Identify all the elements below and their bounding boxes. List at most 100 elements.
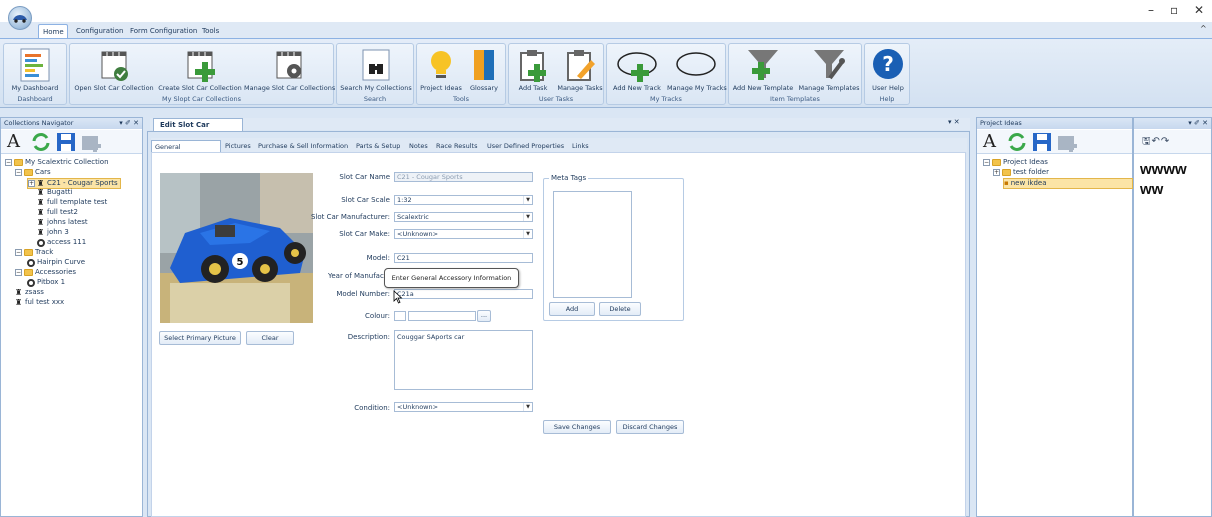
track-icon bbox=[27, 278, 35, 287]
manage-tracks-button[interactable]: Manage My Tracks bbox=[667, 48, 727, 92]
tree-node[interactable]: ♜ full test2 bbox=[37, 208, 78, 217]
add-task-button[interactable]: Add Task bbox=[511, 48, 555, 92]
chevron-down-icon[interactable]: ▼ bbox=[523, 230, 532, 238]
create-collection-button[interactable]: Create Slot Car Collection bbox=[158, 48, 242, 92]
project-ideas-toolbar: A bbox=[977, 130, 1132, 154]
condition-select[interactable]: <Unknown> ▼ bbox=[394, 402, 533, 412]
tab-form-configuration[interactable]: Form Configuration bbox=[126, 24, 201, 38]
slot-car-make-select[interactable]: <Unknown> ▼ bbox=[394, 229, 533, 239]
group-caption: Search bbox=[363, 95, 387, 103]
slot-car-scale-select[interactable]: 1:32 ▼ bbox=[394, 195, 533, 205]
add-new-template-button[interactable]: Add New Template bbox=[731, 48, 795, 92]
expand-icon[interactable]: + bbox=[993, 169, 1000, 176]
my-dashboard-button[interactable]: My Dashboard bbox=[4, 48, 66, 92]
tree-node[interactable]: ♜ Bugatti bbox=[37, 188, 72, 197]
project-ideas-button[interactable]: Project Ideas bbox=[419, 48, 463, 92]
tree-node[interactable]: access 111 bbox=[37, 238, 86, 247]
help-icon: ? bbox=[871, 48, 905, 82]
subtab-pictures[interactable]: Pictures bbox=[225, 140, 251, 152]
ribbon-group-templates: Add New Template Manage Templates Item T… bbox=[728, 43, 862, 105]
refresh-icon[interactable] bbox=[1007, 132, 1027, 152]
tree-node[interactable]: + test folder bbox=[993, 168, 1049, 177]
note-content[interactable]: wwww ww bbox=[1140, 160, 1187, 200]
document-controls[interactable]: ▾ ✕ bbox=[948, 118, 960, 126]
add-new-track-button[interactable]: Add New Track bbox=[609, 48, 665, 92]
slot-car-manufacturer-select[interactable]: Scalextric ▼ bbox=[394, 212, 533, 222]
tree-node[interactable]: − Project Ideas bbox=[983, 158, 1048, 167]
collapse-icon[interactable]: − bbox=[5, 159, 12, 166]
subtab-purchase-sell[interactable]: Purchase & Sell Information bbox=[258, 140, 348, 152]
panel-controls[interactable]: ▾ ✐ ✕ bbox=[119, 118, 139, 129]
tree-node[interactable]: − Track bbox=[15, 248, 53, 257]
svg-text:5: 5 bbox=[237, 257, 244, 268]
font-icon[interactable]: A bbox=[983, 131, 996, 152]
chevron-down-icon[interactable]: ▼ bbox=[523, 403, 532, 411]
manage-collections-button[interactable]: Manage Slot Car Collections bbox=[244, 48, 335, 92]
add-item-icon[interactable] bbox=[81, 132, 103, 152]
tab-edit-slot-car[interactable]: Edit Slot Car Properties bbox=[153, 118, 243, 141]
subtab-parts-setup[interactable]: Parts & Setup bbox=[356, 140, 400, 152]
glossary-button[interactable]: Glossary bbox=[463, 48, 505, 92]
tree-node[interactable]: − Accessories bbox=[15, 268, 76, 277]
collapse-ribbon-icon[interactable]: ^ bbox=[1200, 24, 1207, 33]
app-menu-button[interactable] bbox=[8, 6, 32, 30]
manage-templates-button[interactable]: Manage Templates bbox=[797, 48, 861, 92]
tree-node[interactable]: ♜ ful test xxx bbox=[15, 298, 64, 307]
expand-icon[interactable]: + bbox=[28, 180, 35, 187]
colour-swatch[interactable] bbox=[394, 311, 406, 321]
collapse-icon[interactable]: − bbox=[15, 249, 22, 256]
select-primary-picture-button[interactable]: Select Primary Picture bbox=[159, 331, 241, 345]
book-icon bbox=[467, 48, 501, 82]
group-caption: My Tracks bbox=[650, 95, 682, 103]
tab-tools[interactable]: Tools bbox=[198, 24, 223, 38]
save-changes-button[interactable]: Save Changes bbox=[543, 420, 611, 434]
tree-node[interactable]: Hairpin Curve bbox=[27, 258, 85, 267]
delete-tag-button[interactable]: Delete bbox=[599, 302, 641, 316]
save-icon[interactable] bbox=[56, 132, 76, 152]
font-icon[interactable]: A bbox=[7, 131, 20, 152]
colour-picker-button[interactable]: ... bbox=[477, 310, 491, 322]
description-textarea[interactable]: Couggar SAports car bbox=[394, 330, 533, 390]
minimize-button[interactable]: – bbox=[1148, 3, 1154, 17]
tree-node[interactable]: − My Scalextric Collection bbox=[5, 158, 109, 167]
svg-text:?: ? bbox=[882, 52, 894, 76]
manage-tasks-button[interactable]: Manage Tasks bbox=[557, 48, 603, 92]
tab-configuration[interactable]: Configuration bbox=[72, 24, 127, 38]
tree-node[interactable]: ♜ zsass bbox=[15, 288, 44, 297]
model-number-field[interactable]: C21a bbox=[394, 289, 533, 299]
chevron-down-icon[interactable]: ▼ bbox=[523, 213, 532, 221]
close-button[interactable]: ✕ bbox=[1194, 3, 1204, 17]
clear-picture-button[interactable]: Clear bbox=[246, 331, 294, 345]
user-help-button[interactable]: ? User Help bbox=[867, 48, 909, 92]
panel-controls[interactable]: ▾ ✐ ✕ bbox=[1188, 118, 1208, 129]
subtab-race-results[interactable]: Race Results bbox=[436, 140, 477, 152]
discard-changes-button[interactable]: Discard Changes bbox=[616, 420, 684, 434]
tree-node[interactable]: ♜ johns latest bbox=[37, 218, 88, 227]
model-field[interactable]: C21 bbox=[394, 253, 533, 263]
meta-tags-list[interactable] bbox=[553, 191, 632, 298]
refresh-icon[interactable] bbox=[31, 132, 51, 152]
chevron-down-icon[interactable]: ▼ bbox=[523, 196, 532, 204]
subtab-user-defined-properties[interactable]: User Defined Properties bbox=[487, 140, 564, 152]
slot-car-name-field[interactable]: C21 - Cougar Sports bbox=[394, 172, 533, 182]
tree-node[interactable]: ♜ john 3 bbox=[37, 228, 69, 237]
subtab-notes[interactable]: Notes bbox=[409, 140, 428, 152]
tree-node[interactable]: ♜ full template test bbox=[37, 198, 107, 207]
add-tag-button[interactable]: Add bbox=[549, 302, 595, 316]
collapse-icon[interactable]: − bbox=[15, 169, 22, 176]
search-collections-button[interactable]: Search My Collections bbox=[339, 48, 413, 92]
tree-node[interactable]: Pitbox 1 bbox=[27, 278, 65, 287]
add-item-icon[interactable] bbox=[1057, 132, 1079, 152]
save-icon[interactable] bbox=[1032, 132, 1052, 152]
subtab-links[interactable]: Links bbox=[572, 140, 589, 152]
collapse-icon[interactable]: − bbox=[15, 269, 22, 276]
tree-node-selected[interactable]: ▪ new ikdea bbox=[1003, 178, 1133, 189]
tab-home[interactable]: Home bbox=[38, 24, 68, 38]
note-format-icons[interactable]: 🖫↶↷ bbox=[1142, 134, 1170, 151]
tree-node[interactable]: − Cars bbox=[15, 168, 51, 177]
subtab-general-information[interactable]: General Information bbox=[151, 140, 221, 163]
open-collection-button[interactable]: Open Slot Car Collection bbox=[72, 48, 156, 92]
colour-field[interactable] bbox=[408, 311, 476, 321]
maximize-button[interactable]: ▫ bbox=[1170, 3, 1178, 17]
collapse-icon[interactable]: − bbox=[983, 159, 990, 166]
